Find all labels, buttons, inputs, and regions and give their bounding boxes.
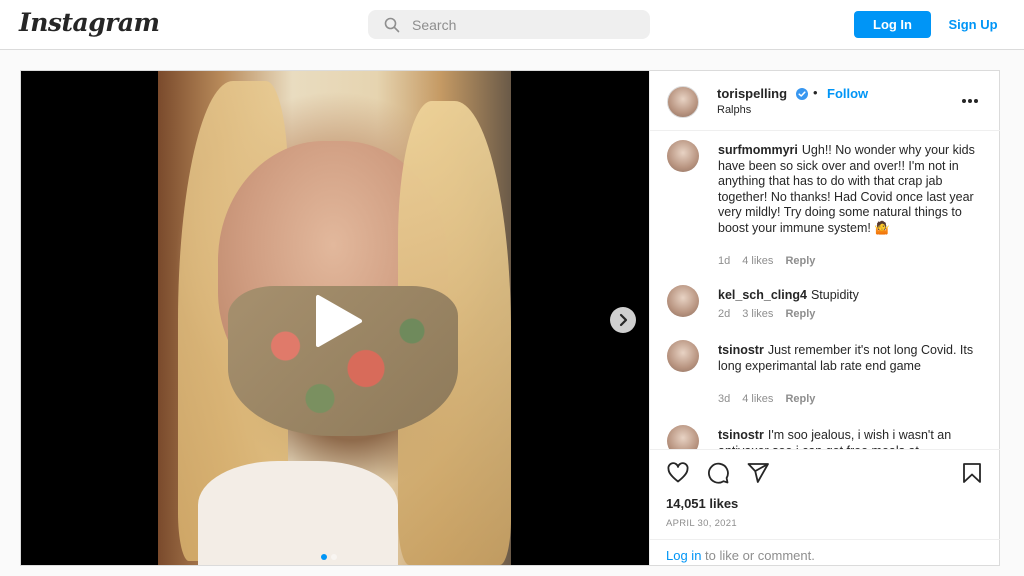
- comment-likes[interactable]: 3 likes: [742, 308, 773, 320]
- top-navigation: Instagram Log In Sign Up: [0, 0, 1024, 50]
- post-username[interactable]: torispelling: [717, 86, 787, 101]
- comment-username[interactable]: surfmommyri: [718, 143, 798, 157]
- comment-body: Stupidity: [810, 288, 859, 302]
- post-location[interactable]: Ralphs: [717, 104, 751, 116]
- share-icon[interactable]: [746, 461, 770, 485]
- carousel-dot: [331, 554, 337, 560]
- chevron-right-icon: [619, 313, 628, 327]
- carousel-indicator: [321, 547, 341, 565]
- comment-likes[interactable]: 4 likes: [742, 255, 773, 267]
- login-to-comment: Log in to like or comment.: [650, 539, 1000, 566]
- separator-dot: •: [813, 85, 818, 100]
- video-player[interactable]: [158, 71, 511, 565]
- post-media[interactable]: [21, 71, 649, 565]
- heart-icon[interactable]: [666, 461, 690, 485]
- search-input[interactable]: [412, 15, 632, 35]
- instagram-logo[interactable]: Instagram: [19, 8, 160, 37]
- more-options-icon[interactable]: [961, 98, 979, 104]
- reply-button[interactable]: Reply: [785, 255, 815, 267]
- comment-meta: 2d 3 likes Reply: [718, 308, 827, 320]
- avatar[interactable]: [667, 140, 699, 172]
- reply-button[interactable]: Reply: [785, 308, 815, 320]
- post-date[interactable]: APRIL 30, 2021: [666, 518, 737, 529]
- comment-text: surfmommyri Ugh!! No wonder why your kids…: [718, 143, 988, 236]
- comment-username[interactable]: tsinostr: [718, 428, 764, 442]
- post-header: torispelling • Follow Ralphs: [650, 71, 1000, 131]
- avatar[interactable]: [667, 285, 699, 317]
- comment-age: 2d: [718, 308, 731, 320]
- search-icon: [384, 17, 400, 33]
- bookmark-icon[interactable]: [960, 461, 984, 485]
- search-box[interactable]: [368, 10, 650, 39]
- comments-list[interactable]: surfmommyri Ugh!! No wonder why your kids…: [650, 131, 1000, 449]
- signup-button[interactable]: Sign Up: [940, 11, 1006, 38]
- next-media-button[interactable]: [610, 307, 636, 333]
- reply-button[interactable]: Reply: [785, 393, 815, 405]
- comment-text: tsinostr I'm soo jealous, i wish i wasn't…: [718, 428, 988, 449]
- carousel-dot: [321, 554, 327, 560]
- comment-age: 3d: [718, 393, 731, 405]
- post-actions: 14,051 likes APRIL 30, 2021 Log in to li…: [650, 449, 1000, 565]
- play-icon[interactable]: [306, 291, 366, 351]
- comment-text: kel_sch_cling4 Stupidity: [718, 288, 988, 304]
- avatar[interactable]: [667, 340, 699, 372]
- avatar[interactable]: [667, 425, 699, 449]
- login-button[interactable]: Log In: [854, 11, 931, 38]
- follow-button[interactable]: Follow: [827, 86, 868, 101]
- comment-meta: 3d 4 likes Reply: [718, 393, 827, 405]
- post-card: torispelling • Follow Ralphs surfmommyri…: [20, 70, 1000, 566]
- comment-likes[interactable]: 4 likes: [742, 393, 773, 405]
- comment-username[interactable]: kel_sch_cling4: [718, 288, 807, 302]
- comment-text: tsinostr Just remember it's not long Covi…: [718, 343, 988, 374]
- comment-username[interactable]: tsinostr: [718, 343, 764, 357]
- avatar[interactable]: [667, 86, 699, 118]
- login-prompt-text: to like or comment.: [701, 548, 815, 563]
- comment-age: 1d: [718, 255, 731, 267]
- likes-count[interactable]: 14,051 likes: [666, 496, 738, 511]
- comment-meta: 1d 4 likes Reply: [718, 255, 827, 267]
- login-link[interactable]: Log in: [666, 548, 701, 563]
- comment-icon[interactable]: [706, 461, 730, 485]
- post-details-panel: torispelling • Follow Ralphs surfmommyri…: [649, 71, 1000, 565]
- verified-icon: [796, 88, 808, 100]
- video-frame-detail: [198, 461, 398, 565]
